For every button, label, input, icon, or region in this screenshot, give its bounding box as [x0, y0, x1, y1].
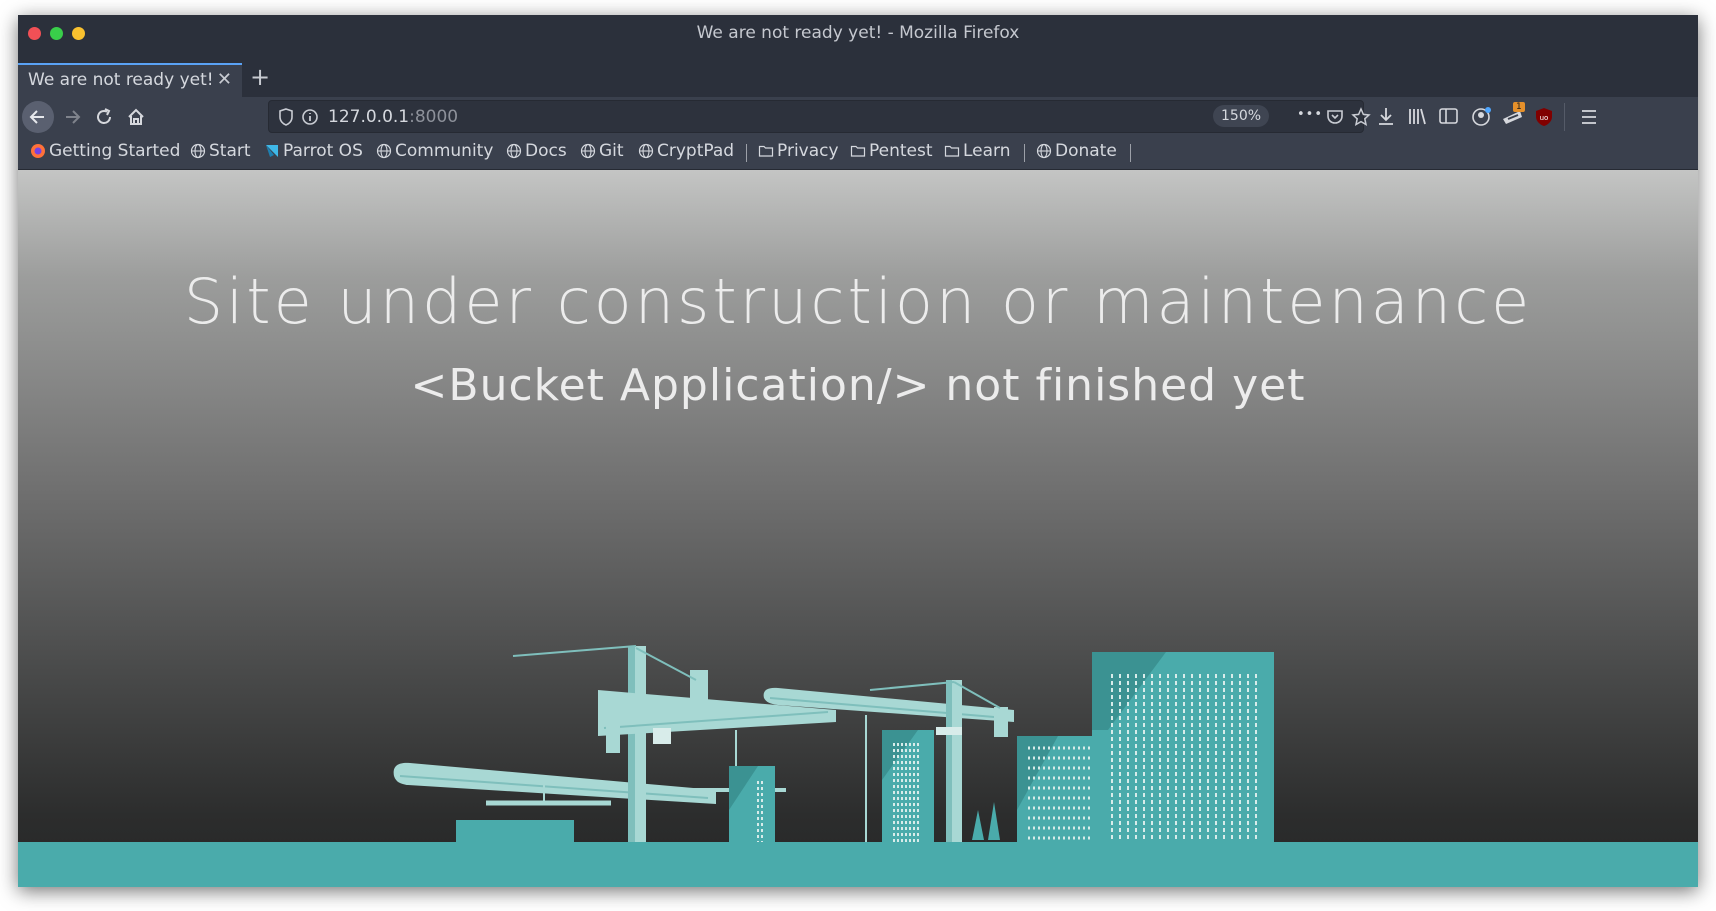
navigation-toolbar: 127.0.0.1:8000 150% ••• 1 uo [18, 97, 1698, 137]
bookmark-label: Docs [525, 141, 567, 161]
parrot-icon [266, 145, 278, 157]
bookmarks-toolbar: Getting Started Start Parrot OS Communit… [18, 137, 1698, 170]
globe-icon [1036, 143, 1052, 159]
bookmark-label: Git [599, 141, 624, 161]
reload-button[interactable] [88, 101, 120, 133]
globe-icon [580, 143, 596, 159]
bookmark-label: Community [395, 141, 494, 161]
hamburger-menu-icon[interactable] [1578, 106, 1600, 128]
shield-icon[interactable] [277, 107, 295, 127]
bookmark-label: Pentest [869, 141, 933, 161]
ground-strip [18, 842, 1698, 887]
account-icon[interactable] [1470, 106, 1492, 128]
globe-icon [506, 143, 522, 159]
window-title: We are not ready yet! - Mozilla Firefox [696, 23, 1020, 43]
bookmark-community[interactable]: Community [376, 141, 493, 161]
bookmark-parrot-os[interactable]: Parrot OS [264, 141, 363, 161]
tab-active[interactable]: We are not ready yet! ✕ [18, 63, 242, 97]
page-content: Site under construction or maintenance <… [18, 170, 1698, 887]
folder-icon [850, 145, 866, 157]
home-icon [128, 108, 144, 125]
bookmark-label: Getting Started [49, 141, 181, 161]
bookmark-folder-privacy[interactable]: Privacy [758, 141, 839, 161]
globe-icon [638, 143, 654, 159]
bookmark-label: CryptPad [657, 141, 735, 161]
sidebar-icon[interactable] [1438, 106, 1460, 128]
back-button[interactable] [22, 101, 54, 133]
title-bar: We are not ready yet! - Mozilla Firefox [18, 15, 1698, 51]
bookmark-label: Learn [963, 141, 1011, 161]
bookmark-start[interactable]: Start [190, 141, 251, 161]
tab-close-icon[interactable]: ✕ [217, 69, 232, 90]
extension-badge: 1 [1513, 102, 1525, 112]
new-tab-button[interactable]: + [250, 65, 270, 89]
extension-button[interactable]: 1 [1500, 102, 1526, 129]
info-icon[interactable] [301, 107, 319, 127]
bookmark-separator [746, 144, 747, 162]
bookmark-label: Privacy [777, 141, 839, 161]
pocket-icon[interactable] [1325, 107, 1345, 127]
bookmark-donate[interactable]: Donate [1036, 141, 1117, 161]
bookmark-label: Donate [1055, 141, 1117, 161]
url-text[interactable]: 127.0.0.1:8000 [328, 107, 458, 127]
forward-button[interactable] [56, 101, 88, 133]
bookmark-docs[interactable]: Docs [506, 141, 567, 161]
arrow-right-icon [66, 110, 81, 124]
url-host: 127.0.0.1 [328, 107, 410, 127]
reload-icon [97, 108, 111, 124]
bookmark-label: Start [209, 141, 251, 161]
building-tall [1092, 652, 1274, 870]
url-port: :8000 [409, 107, 459, 127]
bookmark-git[interactable]: Git [580, 141, 624, 161]
building-small [729, 766, 775, 850]
bookmark-folder-learn[interactable]: Learn [944, 141, 1011, 161]
bookmark-folder-pentest[interactable]: Pentest [850, 141, 933, 161]
download-icon[interactable] [1376, 106, 1396, 128]
firefox-icon [31, 144, 45, 158]
folder-icon [944, 145, 960, 157]
arrow-left-icon [29, 110, 44, 124]
folder-icon [758, 145, 774, 157]
bookmark-separator [1024, 144, 1025, 162]
library-icon[interactable] [1407, 106, 1429, 128]
bookmark-separator [1130, 144, 1131, 162]
construction-illustration [393, 645, 1274, 871]
globe-icon [376, 143, 392, 159]
page-actions-menu[interactable]: ••• [1297, 107, 1323, 122]
svg-text:uo: uo [1540, 114, 1549, 122]
ublock-icon[interactable]: uo [1533, 106, 1555, 128]
bookmark-getting-started[interactable]: Getting Started [30, 141, 180, 161]
home-button[interactable] [120, 101, 152, 133]
bookmark-label: Parrot OS [283, 141, 363, 161]
browser-window: We are not ready yet! - Mozilla Firefox … [18, 15, 1698, 887]
bookmark-cryptpad[interactable]: CryptPad [638, 141, 734, 161]
tab-label: We are not ready yet! [28, 70, 214, 90]
bookmark-star-icon[interactable] [1351, 107, 1371, 127]
tab-strip: We are not ready yet! ✕ + [18, 51, 1698, 97]
zoom-level-badge[interactable]: 150% [1213, 105, 1270, 127]
globe-icon [190, 143, 206, 159]
toolbar-separator [1564, 103, 1565, 131]
url-bar[interactable]: 127.0.0.1:8000 150% ••• [268, 100, 1371, 133]
